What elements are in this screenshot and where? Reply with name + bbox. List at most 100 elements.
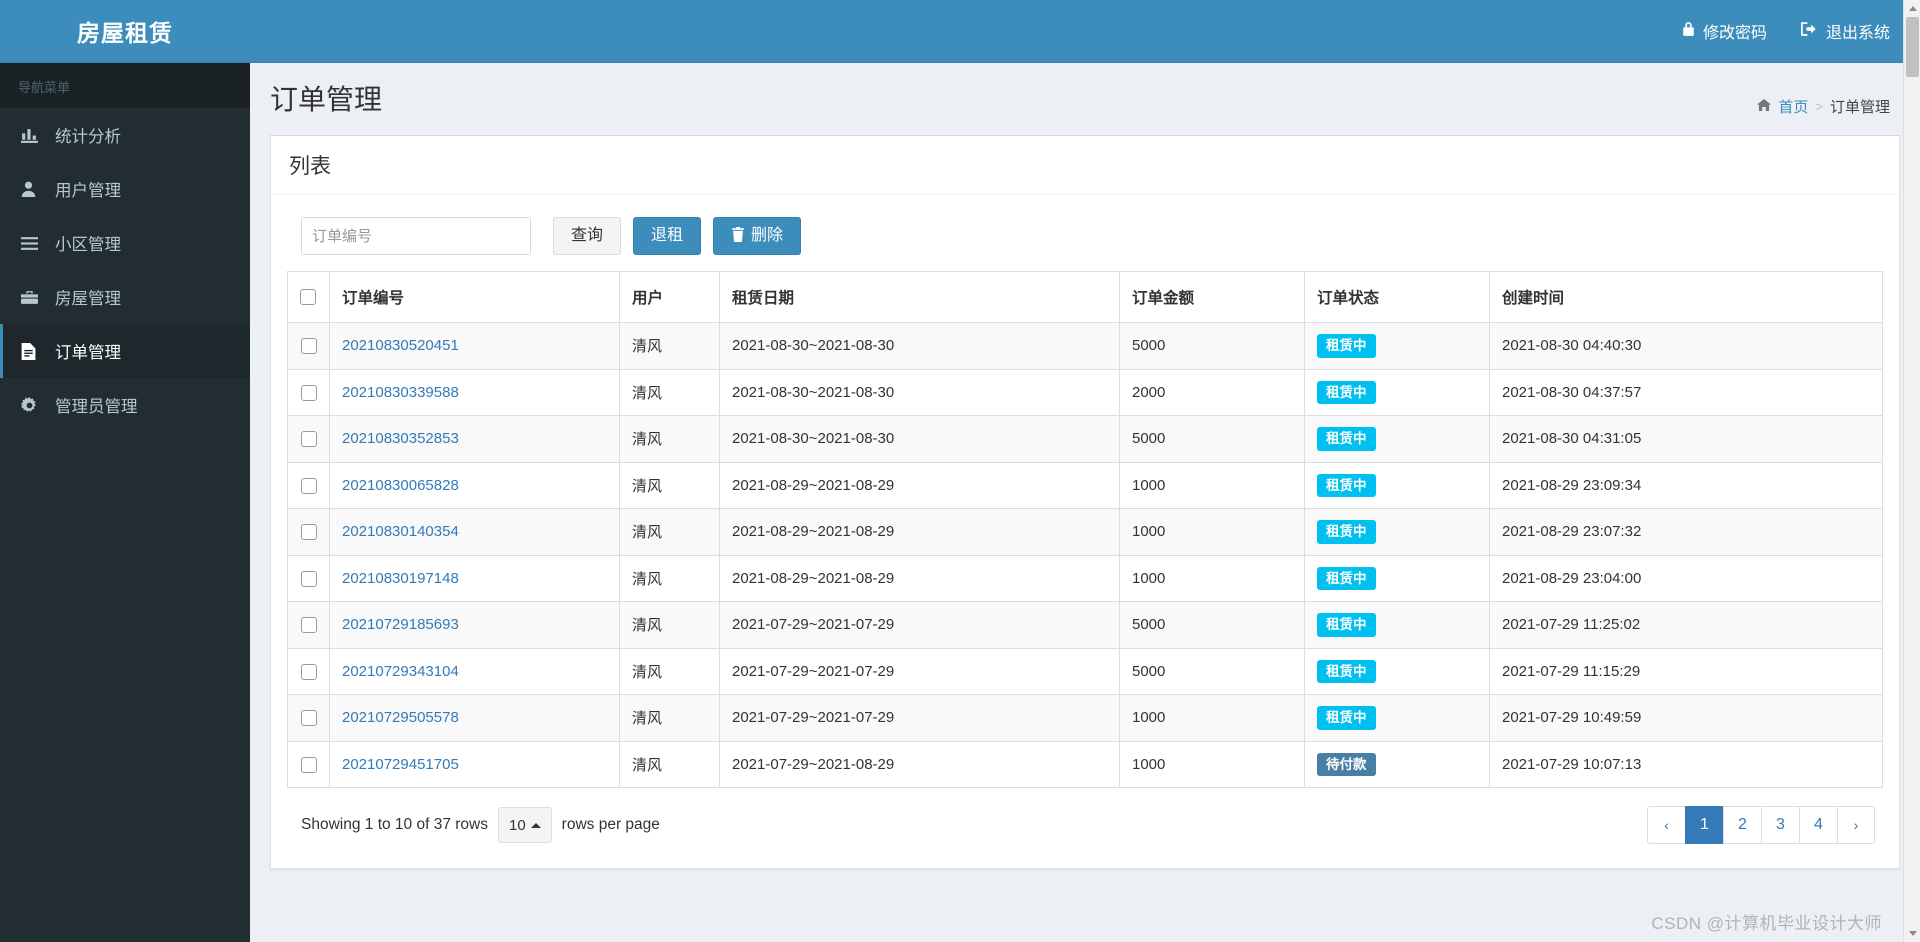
pagination-prev[interactable]: ‹ bbox=[1647, 806, 1685, 844]
row-select-cell bbox=[287, 415, 330, 463]
list-icon bbox=[21, 235, 47, 252]
logout-label: 退出系统 bbox=[1825, 25, 1890, 42]
breadcrumb-separator: > bbox=[1815, 99, 1823, 114]
cell-order-no: 20210830065828 bbox=[329, 461, 620, 509]
cell-created: 2021-07-29 10:49:59 bbox=[1489, 694, 1883, 742]
checkout-button-label: 退租 bbox=[651, 227, 684, 244]
logout-button[interactable]: 退出系统 bbox=[1800, 19, 1890, 43]
cell-rent-date: 2021-08-30~2021-08-30 bbox=[719, 368, 1120, 416]
orders-table: 订单编号 用户 租赁日期 订单金额 订单状态 创建时间 202108305204… bbox=[287, 271, 1883, 788]
table-body: 20210830520451 清风 2021-08-30~2021-08-30 500… bbox=[287, 322, 1883, 788]
topbar: 修改密码 退出系统 bbox=[250, 0, 1920, 63]
cell-status: 租赁中 bbox=[1304, 368, 1490, 416]
pagination: ‹ 1 2 3 4 › bbox=[1647, 806, 1875, 844]
cell-user: 清风 bbox=[619, 415, 720, 463]
order-no-link[interactable]: 20210830065828 bbox=[342, 477, 459, 494]
scroll-up-arrow[interactable] bbox=[1904, 0, 1920, 17]
header-amount[interactable]: 订单金额 bbox=[1119, 271, 1305, 323]
trash-icon bbox=[731, 226, 745, 246]
cell-status: 租赁中 bbox=[1304, 322, 1490, 370]
header-rent-date[interactable]: 租赁日期 bbox=[719, 271, 1120, 323]
cell-created: 2021-08-29 23:07:32 bbox=[1489, 508, 1883, 556]
sidebar: 房屋租赁 导航菜单 统计分析 用户管理 小区管理 房屋管理 订单管理 管理员管理 bbox=[0, 0, 250, 942]
header-user[interactable]: 用户 bbox=[619, 271, 720, 323]
order-no-link[interactable]: 20210729451705 bbox=[342, 756, 459, 773]
row-checkbox[interactable] bbox=[300, 570, 317, 587]
pagination-page-3[interactable]: 3 bbox=[1761, 806, 1799, 844]
row-select-cell bbox=[287, 508, 330, 556]
row-checkbox[interactable] bbox=[300, 431, 317, 448]
order-no-link[interactable]: 20210830339588 bbox=[342, 384, 459, 401]
breadcrumb-current: 订单管理 bbox=[1829, 99, 1890, 116]
cell-created: 2021-07-29 11:25:02 bbox=[1489, 601, 1883, 649]
cell-order-no: 20210729505578 bbox=[329, 694, 620, 742]
brand-logo[interactable]: 房屋租赁 bbox=[0, 0, 250, 63]
showing-text: Showing 1 to 10 of 37 rows bbox=[301, 816, 488, 833]
sidebar-item-label: 小区管理 bbox=[55, 236, 121, 254]
row-checkbox[interactable] bbox=[300, 524, 317, 541]
breadcrumb: 首页 > 订单管理 bbox=[1757, 85, 1890, 117]
pagination-next[interactable]: › bbox=[1837, 806, 1875, 844]
order-no-link[interactable]: 20210830140354 bbox=[342, 523, 459, 540]
cell-status: 租赁中 bbox=[1304, 415, 1490, 463]
table-row: 20210830339588 清风 2021-08-30~2021-08-30 200… bbox=[287, 368, 1883, 416]
brand-title: 房屋租赁 bbox=[77, 20, 173, 46]
change-password-button[interactable]: 修改密码 bbox=[1682, 19, 1767, 43]
pagination-page-2[interactable]: 2 bbox=[1723, 806, 1761, 844]
delete-button[interactable]: 删除 bbox=[713, 217, 802, 255]
row-checkbox[interactable] bbox=[300, 384, 317, 401]
app-root: 房屋租赁 导航菜单 统计分析 用户管理 小区管理 房屋管理 订单管理 管理员管理… bbox=[0, 0, 1920, 942]
table-row: 20210729505578 清风 2021-07-29~2021-07-29 100… bbox=[287, 694, 1883, 742]
cell-status: 租赁中 bbox=[1304, 601, 1490, 649]
order-no-link[interactable]: 20210830197148 bbox=[342, 570, 459, 587]
order-no-link[interactable]: 20210729343104 bbox=[342, 663, 459, 680]
sidebar-item-admins[interactable]: 管理员管理 bbox=[0, 378, 250, 432]
cell-created: 2021-07-29 10:07:13 bbox=[1489, 740, 1883, 788]
order-no-link[interactable]: 20210729505578 bbox=[342, 709, 459, 726]
cell-user: 清风 bbox=[619, 740, 720, 788]
pagination-page-4[interactable]: 4 bbox=[1799, 806, 1837, 844]
table-row: 20210830140354 清风 2021-08-29~2021-08-29 100… bbox=[287, 508, 1883, 556]
cell-amount: 5000 bbox=[1119, 601, 1305, 649]
scrollbar-thumb[interactable] bbox=[1906, 17, 1919, 77]
row-checkbox[interactable] bbox=[300, 477, 317, 494]
cell-order-no: 20210830140354 bbox=[329, 508, 620, 556]
sidebar-item-statistics[interactable]: 统计分析 bbox=[0, 108, 250, 162]
checkout-button[interactable]: 退租 bbox=[633, 217, 702, 255]
order-no-link[interactable]: 20210729185693 bbox=[342, 616, 459, 633]
row-checkbox[interactable] bbox=[300, 710, 317, 727]
sidebar-nav: 统计分析 用户管理 小区管理 房屋管理 订单管理 管理员管理 bbox=[0, 108, 250, 432]
row-checkbox[interactable] bbox=[300, 338, 317, 355]
order-no-link[interactable]: 20210830352853 bbox=[342, 430, 459, 447]
pagination-page-1[interactable]: 1 bbox=[1685, 806, 1723, 844]
sidebar-item-communities[interactable]: 小区管理 bbox=[0, 216, 250, 270]
cell-order-no: 20210830339588 bbox=[329, 368, 620, 416]
select-all-checkbox[interactable] bbox=[300, 288, 316, 305]
scroll-down-arrow[interactable] bbox=[1904, 925, 1920, 942]
rows-per-page-label: rows per page bbox=[561, 816, 660, 833]
order-no-link[interactable]: 20210830520451 bbox=[342, 337, 459, 354]
sidebar-nav-header: 导航菜单 bbox=[0, 63, 250, 108]
cell-rent-date: 2021-08-29~2021-08-29 bbox=[719, 461, 1120, 509]
header-order-no[interactable]: 订单编号 bbox=[329, 271, 620, 323]
cell-user: 清风 bbox=[619, 694, 720, 742]
header-status[interactable]: 订单状态 bbox=[1304, 271, 1490, 323]
table-row: 20210830197148 清风 2021-08-29~2021-08-29 100… bbox=[287, 554, 1883, 602]
sidebar-item-houses[interactable]: 房屋管理 bbox=[0, 270, 250, 324]
header-created[interactable]: 创建时间 bbox=[1489, 271, 1883, 323]
cell-user: 清风 bbox=[619, 601, 720, 649]
sidebar-item-orders[interactable]: 订单管理 bbox=[0, 324, 250, 378]
sidebar-item-users[interactable]: 用户管理 bbox=[0, 162, 250, 216]
table-footer: Showing 1 to 10 of 37 rows 10 rows per p… bbox=[287, 788, 1883, 850]
vertical-scrollbar[interactable] bbox=[1903, 0, 1920, 942]
query-button[interactable]: 查询 bbox=[553, 217, 622, 255]
row-checkbox[interactable] bbox=[300, 663, 317, 680]
page-size-dropdown[interactable]: 10 bbox=[497, 807, 552, 843]
box-title: 列表 bbox=[289, 155, 331, 178]
row-checkbox[interactable] bbox=[300, 617, 317, 634]
page-size-value: 10 bbox=[508, 816, 526, 834]
watermark: CSDN @计算机毕业设计大师 bbox=[1651, 914, 1882, 933]
row-checkbox[interactable] bbox=[300, 756, 317, 773]
breadcrumb-home[interactable]: 首页 bbox=[1778, 96, 1808, 117]
search-input[interactable] bbox=[301, 217, 531, 255]
